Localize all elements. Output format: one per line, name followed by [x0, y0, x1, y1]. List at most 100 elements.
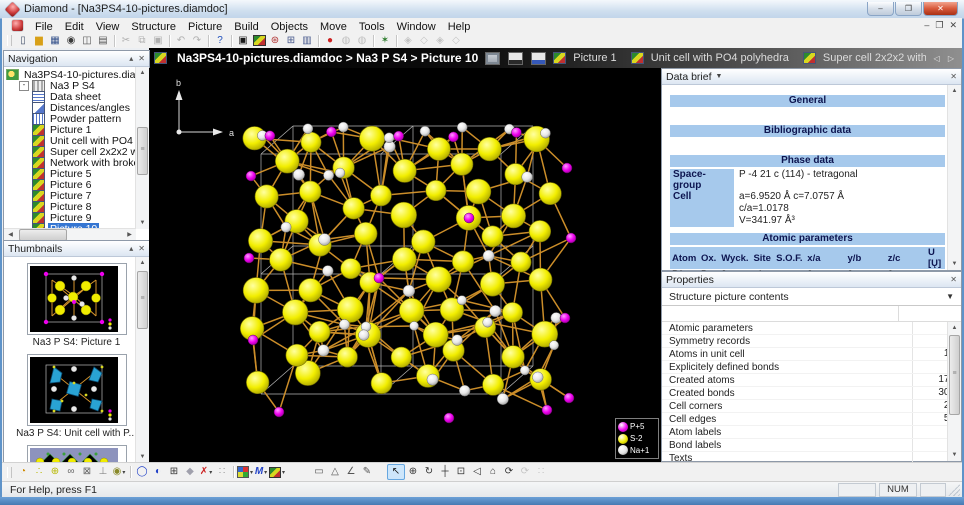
thumbnail-item-1[interactable] [27, 263, 127, 335]
structure-viewport[interactable]: b a P+5S-2Na+1 [149, 68, 661, 462]
picture-view-b-icon[interactable] [531, 52, 546, 65]
pack-cell-icon[interactable]: ✶ [377, 34, 393, 48]
document-tab-3[interactable]: Super cell 2x2x2 with NaS polyhedron [803, 52, 927, 64]
property-row[interactable]: Atom labels0 [662, 426, 961, 439]
add-atoms-icon[interactable]: ∴ [31, 465, 47, 479]
tree-item-picture-1[interactable]: Picture 1 [4, 124, 149, 135]
tab-scroll-arrows[interactable]: ◁ ▷ [933, 54, 957, 63]
thumbnails-vscrollbar[interactable]: ▲ ▼ [135, 257, 149, 463]
document-tab-1[interactable]: Picture 1 [553, 52, 616, 64]
connect-atoms-icon[interactable]: ∞ [63, 465, 79, 479]
chevron-down-icon[interactable]: ▼ [946, 292, 954, 301]
properties-close-icon[interactable]: ✕ [950, 275, 957, 284]
toolbar-grip[interactable] [7, 35, 12, 46]
data-brief-close-icon[interactable]: ✕ [950, 72, 957, 81]
fill-coordination-icon[interactable]: ◉▾ [111, 465, 127, 479]
spin-mode-icon[interactable]: ⟳ [501, 465, 517, 479]
data-brief-menu-caret-icon[interactable]: ▼ [716, 73, 723, 80]
properties-scroll-thumb[interactable] [949, 335, 960, 415]
unit-cell-edges-icon[interactable]: ⊞ [166, 465, 182, 479]
menu-file[interactable]: File [29, 21, 59, 33]
thumbnails-scroll-thumb[interactable] [137, 271, 148, 329]
context-help-icon[interactable]: ? [212, 34, 228, 48]
mdi-restore-icon[interactable]: ❐ [935, 19, 943, 32]
reset-view-icon[interactable]: ⌂ [485, 465, 501, 479]
tree-item-distances-angles[interactable]: Distances/angles [4, 102, 149, 113]
rotate-mode-icon[interactable]: ↻ [421, 465, 437, 479]
properties-selector[interactable]: Structure picture contents ▼ [662, 288, 961, 306]
menu-move[interactable]: Move [314, 21, 353, 33]
tree-item-unit-cell-with-po4-pol[interactable]: Unit cell with PO4 pol [4, 135, 149, 146]
menu-structure[interactable]: Structure [125, 21, 182, 33]
save-icon[interactable]: ▦ [47, 34, 63, 48]
tree-item-picture-5[interactable]: Picture 5 [4, 168, 149, 179]
tree-item-powder-pattern[interactable]: Powder pattern [4, 113, 149, 124]
polygon-outline-icon[interactable]: ◯ [134, 465, 150, 479]
property-row[interactable]: Created atoms177 [662, 374, 961, 387]
scroll-up-icon[interactable]: ▲ [948, 85, 961, 97]
restore-button[interactable]: ❐ [895, 2, 922, 16]
data-brief-vscrollbar[interactable]: ▲ ▼ [947, 85, 961, 270]
minimize-button[interactable]: ‒ [867, 2, 894, 16]
mdi-close-icon[interactable]: ✕ [949, 19, 957, 32]
thumbnails-collapse-icon[interactable]: ▴ [129, 244, 133, 253]
property-row[interactable]: Atomic parameters4 [662, 322, 961, 335]
measure-angle-icon[interactable]: △ [327, 465, 343, 479]
tree-item-picture-8[interactable]: Picture 8 [4, 201, 149, 212]
property-row[interactable]: Created bonds304 [662, 387, 961, 400]
scroll-down-icon[interactable]: ▼ [948, 449, 961, 461]
tree-item-network-with-broken[interactable]: Network with broken- [4, 157, 149, 168]
close-button[interactable]: ✕ [923, 2, 958, 16]
scroll-up-icon[interactable]: ▲ [136, 67, 149, 79]
tree-item-na3-p-s4[interactable]: -Na3 P S4 [4, 80, 149, 91]
tree-item-picture-6[interactable]: Picture 6 [4, 179, 149, 190]
menu-help[interactable]: Help [442, 21, 477, 33]
tree-item-na3ps4-10-pictures-diamdoc[interactable]: Na3PS4-10-pictures.diamdoc [4, 69, 149, 80]
document-icon[interactable] [12, 20, 23, 31]
tree-item-data-sheet[interactable]: Data sheet [4, 91, 149, 102]
property-row[interactable]: Explicitely defined bonds0 [662, 361, 961, 374]
add-atom-red-icon[interactable]: ● [322, 34, 338, 48]
thumbnail-item-3[interactable] [27, 445, 127, 462]
open-icon[interactable]: ▆ [31, 34, 47, 48]
picture-icon[interactable]: ▣ [235, 34, 251, 48]
property-row[interactable]: Symmetry records8 [662, 335, 961, 348]
menu-view[interactable]: View [90, 21, 126, 33]
view-along-icon[interactable]: ◁ [469, 465, 485, 479]
save-picture-icon[interactable] [485, 52, 500, 65]
toolbar-grip[interactable] [7, 467, 12, 478]
mdi-minimize-icon[interactable]: ‒ [924, 19, 929, 32]
print-preview-icon[interactable]: ◫ [79, 34, 95, 48]
atom-pair-icon[interactable]: ∷ [214, 465, 230, 479]
measure-plane-icon[interactable]: ✎ [359, 465, 375, 479]
resize-grip[interactable] [948, 484, 960, 496]
sketch-mode-icon[interactable]: ◔ [15, 465, 31, 479]
add-single-atom-icon[interactable]: ⊕ [47, 465, 63, 479]
thumbnail-item-2[interactable] [27, 354, 127, 426]
move-mode-icon[interactable]: ⊕ [405, 465, 421, 479]
scroll-down-icon[interactable]: ▼ [948, 258, 961, 270]
new-icon[interactable]: ▯ [15, 34, 31, 48]
breadcrumb[interactable]: Na3PS4-10-pictures.diamdoc > Na3 P S4 > … [177, 51, 478, 65]
property-row[interactable]: Cell corners27 [662, 400, 961, 413]
picture-settings-icon[interactable]: ▾ [269, 465, 285, 479]
properties-vscrollbar[interactable]: ▲ ▼ [947, 322, 961, 461]
table-window-icon[interactable]: ⊞ [283, 34, 299, 48]
scroll-up-icon[interactable]: ▲ [136, 257, 149, 269]
measure-distance-icon[interactable]: ▭ [311, 465, 327, 479]
dangling-bonds-icon[interactable]: ⊥ [95, 465, 111, 479]
scroll-down-icon[interactable]: ▼ [136, 217, 149, 229]
slideshow-icon[interactable]: ▥ [299, 34, 315, 48]
navigation-collapse-icon[interactable]: ▴ [129, 54, 133, 63]
translate-mode-icon[interactable]: ┼ [437, 465, 453, 479]
find-icon[interactable]: ◉ [63, 34, 79, 48]
document-tab-2[interactable]: Unit cell with PO4 polyhedra [631, 52, 789, 64]
material-icon[interactable]: M▾ [253, 465, 269, 479]
measure-torsion-icon[interactable]: ∠ [343, 465, 359, 479]
menu-objects[interactable]: Objects [265, 21, 314, 33]
menu-window[interactable]: Window [391, 21, 442, 33]
picture-view-a-icon[interactable] [508, 52, 523, 65]
expander-icon[interactable]: - [19, 81, 29, 91]
navigation-scroll-thumb[interactable] [137, 127, 148, 175]
property-row[interactable]: Texts0 [662, 452, 961, 462]
